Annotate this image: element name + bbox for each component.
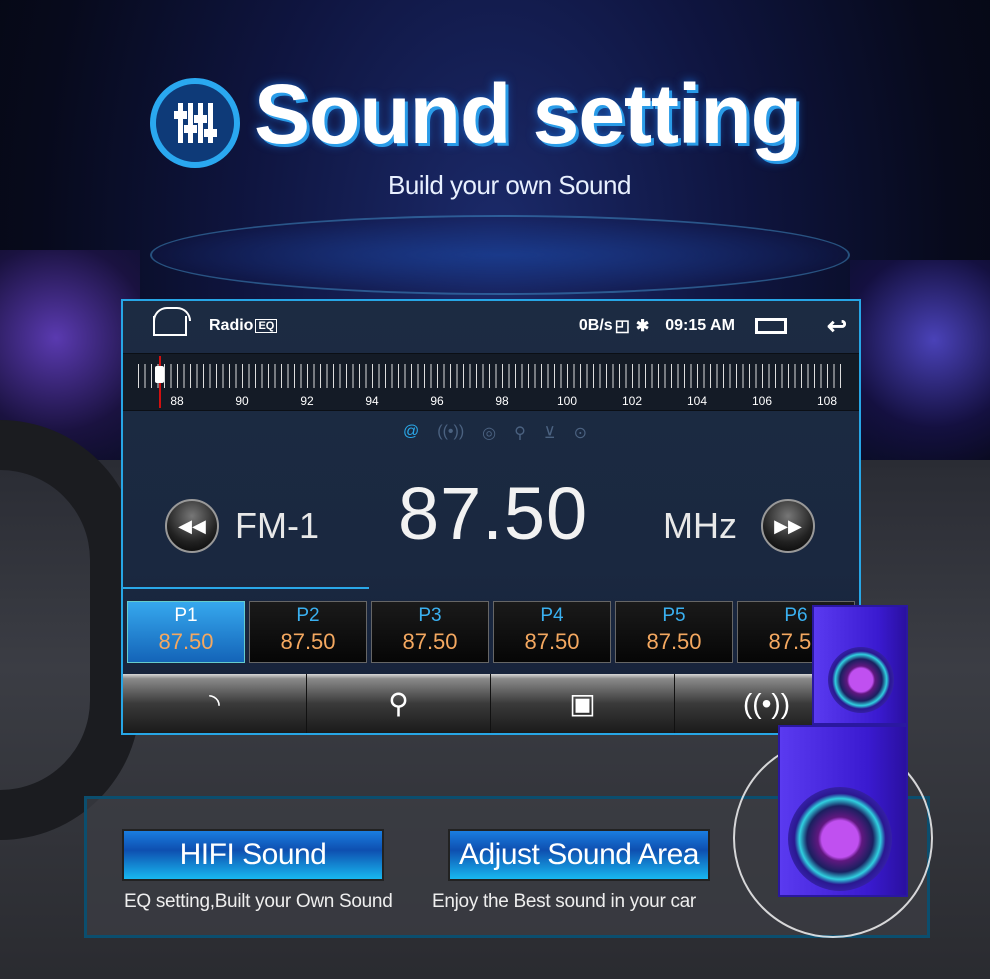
preset-p5[interactable]: P5 87.50: [615, 601, 733, 663]
scan-button[interactable]: ⚲: [307, 674, 491, 733]
preset-name: P4: [540, 605, 564, 626]
search-icon[interactable]: ⚲: [514, 423, 526, 443]
radio-wave-icon[interactable]: ((•)): [437, 423, 464, 443]
preset-p1[interactable]: P1 87.50: [127, 601, 245, 663]
frequency-unit: MHz: [663, 505, 737, 546]
save-icon: ▣: [569, 688, 596, 719]
preset-freq: 87.50: [524, 629, 580, 654]
radio-icon: EQ: [255, 319, 278, 333]
frequency-value: 87.50: [398, 472, 589, 555]
ruler-label: 90: [235, 394, 249, 408]
local-search-icon[interactable]: ⊙: [574, 423, 587, 443]
mode-icons: @ ((•)) ◎ ⚲ ⊻ ⊙: [403, 423, 587, 443]
preset-freq: 87.50: [402, 629, 458, 654]
cast-icon: ◰: [614, 318, 630, 335]
status-bar: Radio EQ 0B/s ◰ ✱ 09:15 AM ↩: [123, 301, 859, 351]
tuning-slider-handle[interactable]: [155, 366, 164, 383]
ruler-ticks: [138, 364, 844, 388]
ruler-label: 98: [495, 394, 509, 408]
seek-forward-button[interactable]: ▶▶: [761, 499, 815, 553]
feature-hifi-sound: HIFI Sound: [122, 829, 384, 881]
preset-name: P1: [174, 605, 198, 626]
preset-p3[interactable]: P3 87.50: [371, 601, 489, 663]
preset-freq: 87.50: [280, 629, 336, 654]
band-label[interactable]: FM-1: [235, 505, 319, 547]
download-icon[interactable]: ⊻: [544, 423, 556, 443]
radio-toolbar: ◝ ⚲ ▣ ((•)): [123, 674, 859, 733]
preset-freq: 87.50: [646, 629, 702, 654]
speaker-top-graphic: [812, 605, 908, 725]
speaker-bottom-graphic: [778, 725, 908, 897]
preset-list: P1 87.50 P2 87.50 P3 87.50 P4 87.50 P5 87.50 …: [127, 601, 855, 663]
preset-p4[interactable]: P4 87.50: [493, 601, 611, 663]
stereo-icon[interactable]: @: [403, 423, 419, 443]
ruler-label: 102: [621, 394, 643, 408]
headline-subtitle: Build your own Sound: [388, 170, 631, 200]
recent-apps-icon[interactable]: [754, 318, 787, 334]
feature-caption: EQ setting,Built your Own Sound: [124, 891, 393, 912]
bluetooth-icon: ✱: [635, 318, 650, 335]
ruler-label: 108: [816, 394, 838, 408]
app-title: Radio: [209, 317, 254, 334]
equalizer-icon: [150, 78, 240, 168]
search-icon: ⚲: [388, 688, 409, 719]
rds-button[interactable]: ◝: [123, 674, 307, 733]
preset-freq: 87.50: [158, 629, 214, 654]
loop-icon[interactable]: ◎: [482, 423, 496, 443]
ruler-label: 106: [751, 394, 773, 408]
clock: 09:15 AM: [665, 317, 735, 334]
seek-back-button[interactable]: ◀◀: [165, 499, 219, 553]
ruler-label: 104: [686, 394, 708, 408]
feature-adjust-sound-area: Adjust Sound Area: [448, 829, 710, 881]
save-button[interactable]: ▣: [491, 674, 675, 733]
preset-name: P5: [662, 605, 686, 626]
frequency-display: ◀◀ FM-1 87.50 MHz ▶▶: [123, 471, 859, 571]
preset-p2[interactable]: P2 87.50: [249, 601, 367, 663]
crowd-graphic: [850, 260, 990, 460]
home-icon[interactable]: [153, 307, 191, 336]
progress-line: [123, 587, 369, 589]
rds-icon: ◝: [209, 688, 220, 719]
feature-caption: Enjoy the Best sound in your car: [432, 891, 696, 912]
net-speed: 0B/s: [578, 317, 613, 334]
speaker-cone: [788, 787, 892, 891]
ruler-label: 88: [170, 394, 184, 408]
speaker-cone: [828, 647, 894, 713]
preset-name: P2: [296, 605, 320, 626]
stage-graphic: [150, 215, 850, 295]
ruler-label: 94: [365, 394, 379, 408]
headline-title: Sound setting: [254, 67, 802, 161]
ruler-label: 96: [430, 394, 444, 408]
preset-name: P3: [418, 605, 442, 626]
ruler-label: 92: [300, 394, 314, 408]
tuning-ruler[interactable]: 88 90 92 94 96 98 100 102 104 106 108: [123, 353, 859, 411]
back-icon[interactable]: ↩: [827, 312, 847, 341]
ruler-label: 100: [556, 394, 578, 408]
antenna-icon: ((•)): [742, 687, 791, 719]
radio-screen: Radio EQ 0B/s ◰ ✱ 09:15 AM ↩ 88 90 92 94 96 9…: [121, 299, 861, 735]
